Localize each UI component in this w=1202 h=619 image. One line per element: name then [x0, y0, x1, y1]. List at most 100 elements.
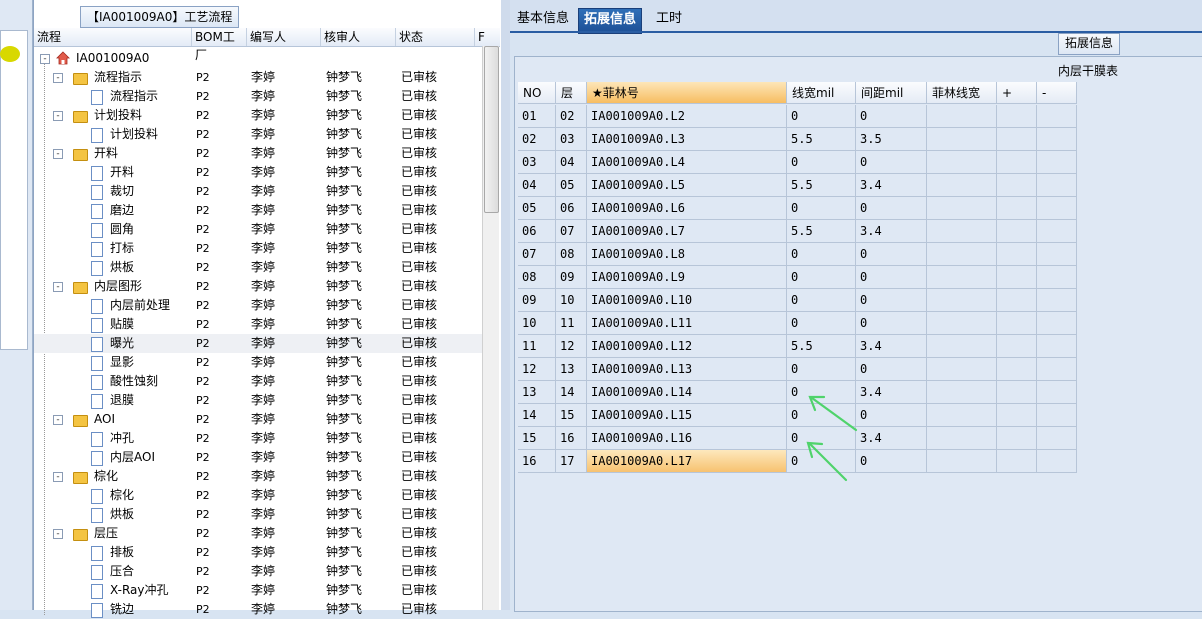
grid-cell[interactable]	[997, 381, 1037, 404]
grid-cell[interactable]: 0	[856, 312, 927, 335]
grid-cell[interactable]: 02	[518, 128, 556, 151]
grid-cell[interactable]: IA001009A0.L4	[587, 151, 787, 174]
grid-cell[interactable]: 3.4	[856, 174, 927, 197]
chat-bubble-icon[interactable]	[0, 46, 20, 62]
grid-cell[interactable]	[997, 128, 1037, 151]
grid-cell[interactable]: 12	[556, 335, 587, 358]
grid-cell[interactable]	[927, 266, 997, 289]
grid-cell[interactable]	[997, 289, 1037, 312]
grid-cell[interactable]: IA001009A0.L16	[587, 427, 787, 450]
grid-cell[interactable]	[997, 243, 1037, 266]
tree-scrollbar[interactable]	[482, 46, 499, 610]
tree-row[interactable]: 内层前处理 P2 李婷 钟梦飞 已审核	[34, 296, 482, 315]
grid-cell[interactable]	[927, 358, 997, 381]
grid-cell[interactable]	[927, 427, 997, 450]
grid-cell[interactable]: 0	[787, 151, 856, 174]
grid-cell[interactable]: 0	[856, 197, 927, 220]
tree-row[interactable]: 贴膜 P2 李婷 钟梦飞 已审核	[34, 315, 482, 334]
tree-row[interactable]: 开料 P2 李婷 钟梦飞 已审核	[34, 163, 482, 182]
col-header-reviewer[interactable]: 核审人	[321, 28, 396, 46]
grid-cell[interactable]	[1037, 128, 1077, 151]
grid-cell[interactable]	[927, 174, 997, 197]
grid-cell[interactable]	[997, 450, 1037, 473]
grid-cell[interactable]: IA001009A0.L3	[587, 128, 787, 151]
tree-row[interactable]: - 棕化 P2 李婷 钟梦飞 已审核	[34, 467, 482, 486]
tab-work-hours[interactable]: 工时	[651, 8, 687, 32]
tree-row[interactable]: 冲孔 P2 李婷 钟梦飞 已审核	[34, 429, 482, 448]
grid-cell[interactable]	[997, 312, 1037, 335]
tree-row[interactable]: 酸性蚀刻 P2 李婷 钟梦飞 已审核	[34, 372, 482, 391]
grid-cell[interactable]: IA001009A0.L11	[587, 312, 787, 335]
grid-cell[interactable]: 14	[556, 381, 587, 404]
grid-cell[interactable]: 0	[787, 289, 856, 312]
grid-cell[interactable]	[997, 220, 1037, 243]
tree-row[interactable]: - AOI P2 李婷 钟梦飞 已审核	[34, 410, 482, 429]
grid-cell[interactable]: 03	[518, 151, 556, 174]
tree-row[interactable]: 烘板 P2 李婷 钟梦飞 已审核	[34, 258, 482, 277]
grid-cell[interactable]	[1037, 151, 1077, 174]
grid-cell[interactable]: 5.5	[787, 220, 856, 243]
grid-cell[interactable]: 0	[787, 243, 856, 266]
col-header-status[interactable]: 状态	[396, 28, 475, 46]
grid-cell[interactable]	[1037, 427, 1077, 450]
grid-col-header[interactable]: 间距mil	[856, 82, 927, 104]
grid-cell[interactable]: 0	[856, 266, 927, 289]
grid-cell[interactable]	[1037, 381, 1077, 404]
grid-cell[interactable]: 0	[787, 105, 856, 128]
tree-row[interactable]: - 计划投料 P2 李婷 钟梦飞 已审核	[34, 106, 482, 125]
extended-info-button[interactable]: 拓展信息	[1058, 33, 1121, 55]
grid-cell[interactable]: 0	[787, 358, 856, 381]
grid-cell[interactable]: 08	[556, 243, 587, 266]
tree-row[interactable]: - 流程指示 P2 李婷 钟梦飞 已审核	[34, 68, 482, 87]
grid-cell[interactable]	[927, 243, 997, 266]
grid-cell[interactable]: IA001009A0.L2	[587, 105, 787, 128]
grid-cell[interactable]	[997, 404, 1037, 427]
grid-cell[interactable]	[1037, 450, 1077, 473]
grid-cell[interactable]: IA001009A0.L17	[587, 450, 787, 473]
expand-toggle[interactable]: -	[53, 472, 63, 482]
col-header-f[interactable]: F	[475, 28, 490, 46]
scrollbar-thumb[interactable]	[484, 46, 499, 213]
grid-cell[interactable]: 15	[518, 427, 556, 450]
tree-row[interactable]: 烘板 P2 李婷 钟梦飞 已审核	[34, 505, 482, 524]
col-header-flow[interactable]: 流程	[34, 28, 192, 46]
tree-row[interactable]: 曝光 P2 李婷 钟梦飞 已审核	[34, 334, 482, 353]
grid-cell[interactable]: 0	[787, 197, 856, 220]
grid-col-header[interactable]: 层	[556, 82, 587, 104]
grid-cell[interactable]: IA001009A0.L10	[587, 289, 787, 312]
grid-cell[interactable]: 02	[556, 105, 587, 128]
grid-cell[interactable]	[927, 312, 997, 335]
tree-row[interactable]: 排板 P2 李婷 钟梦飞 已审核	[34, 543, 482, 562]
grid-cell[interactable]	[927, 197, 997, 220]
grid-cell[interactable]	[927, 220, 997, 243]
grid-cell[interactable]	[927, 128, 997, 151]
grid-cell[interactable]: IA001009A0.L12	[587, 335, 787, 358]
grid-cell[interactable]	[927, 450, 997, 473]
grid-cell[interactable]: 3.5	[856, 128, 927, 151]
tree-row[interactable]: 压合 P2 李婷 钟梦飞 已审核	[34, 562, 482, 581]
grid-cell[interactable]	[997, 266, 1037, 289]
grid-cell[interactable]	[927, 404, 997, 427]
tree-row[interactable]: 退膜 P2 李婷 钟梦飞 已审核	[34, 391, 482, 410]
grid-cell[interactable]: 16	[556, 427, 587, 450]
grid-cell[interactable]: 5.5	[787, 174, 856, 197]
grid-cell[interactable]: IA001009A0.L6	[587, 197, 787, 220]
grid-cell[interactable]	[997, 335, 1037, 358]
grid-col-header[interactable]: ★菲林号	[587, 82, 787, 104]
grid-cell[interactable]: IA001009A0.L14	[587, 381, 787, 404]
tree-row[interactable]: 打标 P2 李婷 钟梦飞 已审核	[34, 239, 482, 258]
grid-col-header[interactable]: -	[1037, 82, 1077, 104]
grid-cell[interactable]: 08	[518, 266, 556, 289]
grid-cell[interactable]: 16	[518, 450, 556, 473]
grid-cell[interactable]	[927, 151, 997, 174]
grid-col-header[interactable]: +	[997, 82, 1037, 104]
col-header-writer[interactable]: 编写人	[247, 28, 321, 46]
grid-cell[interactable]: 06	[518, 220, 556, 243]
grid-cell[interactable]: 10	[518, 312, 556, 335]
grid-cell[interactable]	[997, 174, 1037, 197]
grid-cell[interactable]: 15	[556, 404, 587, 427]
grid-cell[interactable]: 0	[856, 243, 927, 266]
expand-toggle[interactable]: -	[53, 415, 63, 425]
grid-cell[interactable]	[997, 197, 1037, 220]
grid-cell[interactable]: 5.5	[787, 128, 856, 151]
